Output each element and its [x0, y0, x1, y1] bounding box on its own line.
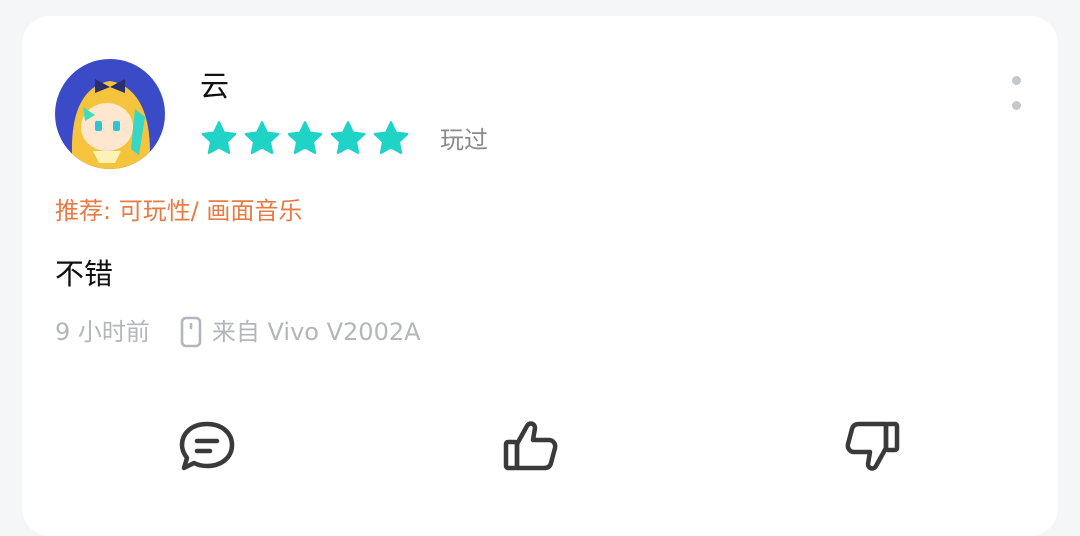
star-icon [286, 120, 324, 156]
comment-button[interactable] [175, 416, 239, 480]
action-bar [22, 416, 1058, 486]
like-button[interactable] [499, 416, 563, 480]
more-options-button[interactable] [1004, 76, 1028, 110]
recommend-tags: 推荐: 可玩性/ 画面音乐 [55, 197, 303, 225]
dislike-button[interactable] [840, 416, 904, 480]
review-meta: 9 小时前 来自 Vivo V2002A [55, 314, 421, 350]
review-time: 9 小时前 [55, 318, 150, 346]
star-icon [329, 120, 367, 156]
thumbs-down-icon [842, 416, 902, 480]
more-vertical-icon [1011, 76, 1021, 85]
played-label: 玩过 [440, 126, 488, 154]
star-icon [372, 120, 410, 156]
review-card: 云 玩过 推荐: 可玩性/ 画面音乐 不错 9 小时前 来自 Vivo V200… [22, 16, 1058, 536]
device-label: 来自 Vivo V2002A [211, 318, 421, 346]
star-icon [243, 120, 281, 156]
rating-stars [200, 120, 410, 156]
thumbs-up-icon [501, 416, 561, 480]
star-icon [200, 120, 238, 156]
comment-icon [177, 418, 237, 478]
username[interactable]: 云 [200, 66, 229, 106]
review-content: 不错 [55, 257, 114, 291]
avatar[interactable] [55, 59, 165, 169]
phone-icon [180, 316, 202, 348]
